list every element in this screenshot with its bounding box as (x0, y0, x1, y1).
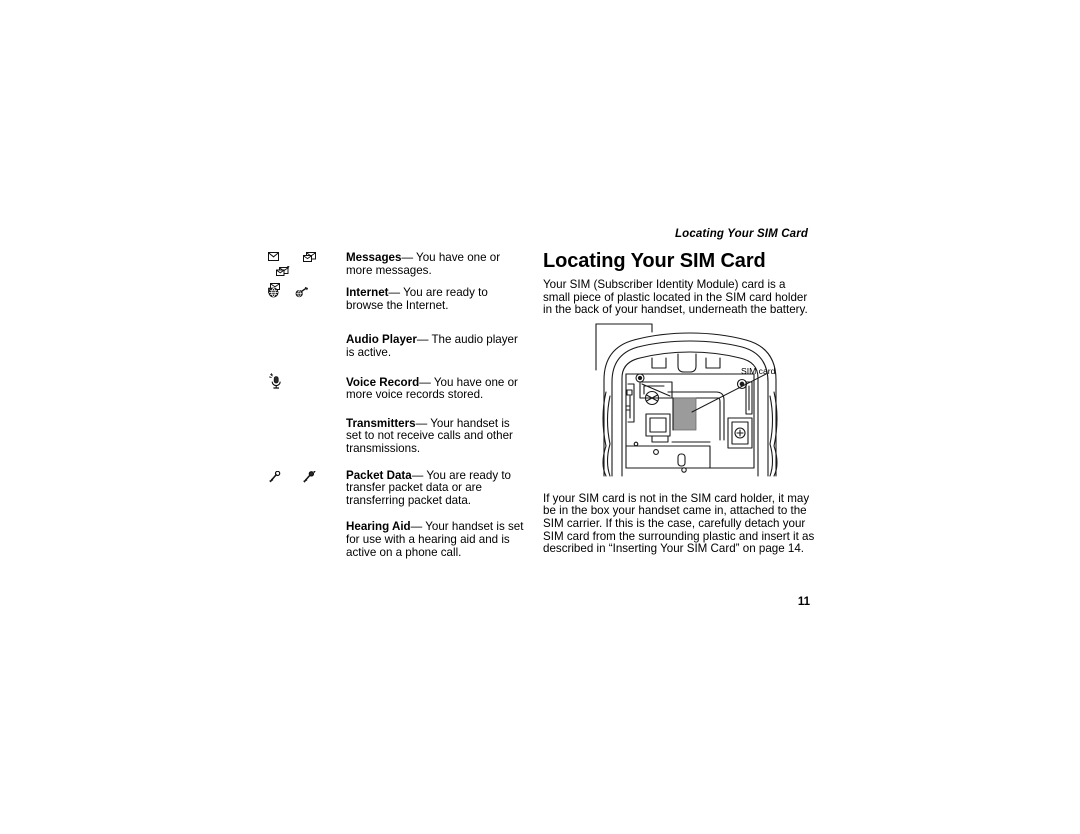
glossary-icon-group (268, 372, 340, 390)
packet-data-active-icon (302, 470, 316, 484)
globe-key-icon (295, 287, 309, 298)
glossary-entry-text: Audio Player— The audio player is active… (346, 334, 526, 359)
list-item: Hearing Aid— Your handset is set for use… (268, 520, 526, 559)
list-item: Packet Data— You are ready to transfer p… (268, 468, 526, 508)
globe-icon (268, 287, 279, 298)
list-item: Transmitters— Your handset is set to not… (268, 416, 526, 456)
glossary-entry-text: Messages— You have one or more messages. (346, 251, 526, 277)
glossary-dash: — (401, 251, 414, 264)
glossary-term: Transmitters (346, 416, 416, 430)
glossary-term: Messages (346, 251, 402, 264)
page-title: Locating Your SIM Card (543, 250, 766, 272)
list-item: Internet— You are ready to browse the In… (268, 286, 526, 312)
microphone-icon (268, 372, 284, 390)
glossary-dash: — (416, 333, 429, 347)
glossary-entry-text: Hearing Aid— Your handset is set for use… (346, 520, 526, 559)
glossary-dash: — (410, 520, 423, 534)
message-stack-alert-icon (276, 266, 290, 277)
message-stack-icon (303, 252, 317, 263)
main-content-column: Locating Your SIM Card Your SIM (Subscri… (543, 250, 811, 317)
glossary-dash: — (415, 416, 428, 430)
list-item: Messages— You have one or more messages. (268, 251, 526, 294)
page-number: 11 (797, 596, 810, 608)
glossary-entry-text: Internet— You are ready to browse the In… (346, 286, 526, 312)
glossary-dash: — (411, 468, 424, 482)
glossary-entry-text: Voice Record— You have one or more voice… (346, 375, 526, 402)
glossary-term: Voice Record (346, 375, 420, 389)
handset-back-sim-card-diagram (560, 318, 820, 478)
glossary-term: Internet (346, 286, 389, 300)
running-header: Locating Your SIM Card (674, 228, 808, 240)
glossary-icon-group (268, 287, 340, 301)
document-page: Locating Your SIM Card Messages— You hav… (0, 0, 1080, 834)
icon-glossary-list: Messages— You have one or more messages. (268, 251, 526, 559)
glossary-entry-text: Transmitters— Your handset is set to not… (346, 416, 526, 456)
glossary-entry-text: Packet Data— You are ready to transfer p… (346, 468, 526, 508)
closing-paragraph: If your SIM card is not in the SIM card … (543, 491, 815, 556)
glossary-dash: — (388, 286, 401, 300)
packet-data-icon (268, 470, 281, 484)
glossary-term: Packet Data (346, 468, 412, 482)
list-item: Audio Player— The audio player is active… (268, 334, 526, 359)
glossary-icon-group (268, 470, 340, 485)
intro-paragraph: Your SIM (Subscriber Identity Module) ca… (543, 278, 808, 317)
list-item: Voice Record— You have one or more voice… (268, 372, 526, 402)
envelope-icon (268, 252, 279, 261)
glossary-dash: — (419, 375, 431, 389)
glossary-term: Audio Player (346, 333, 417, 347)
glossary-term: Hearing Aid (346, 520, 411, 534)
sim-card-callout-label: SIM card (741, 366, 776, 376)
